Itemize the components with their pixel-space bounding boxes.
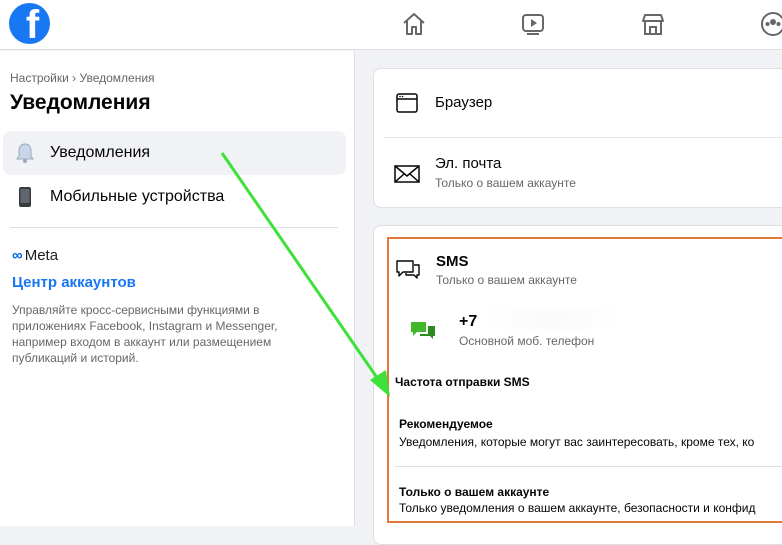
chat-bubble-icon — [394, 257, 422, 286]
channel-subtitle: Только о вашем аккаунте — [435, 176, 576, 190]
video-icon[interactable] — [518, 9, 548, 39]
option-description: Уведомления, которые могут вас заинтерес… — [399, 435, 755, 449]
phone-number: +7 — [459, 313, 478, 330]
meta-logo: ∞ Meta — [12, 247, 58, 264]
top-navigation-bar: f — [0, 0, 782, 50]
meta-label: Meta — [24, 247, 59, 264]
channel-title: Эл. почта — [435, 155, 502, 172]
meta-infinity-icon: ∞ — [12, 247, 23, 264]
home-icon[interactable] — [399, 9, 429, 39]
mail-icon — [394, 161, 420, 187]
phone-icon — [11, 183, 39, 211]
sidebar-item-mobile-devices[interactable]: Мобильные устройства — [3, 175, 346, 219]
frequency-option-account-only[interactable]: Только о вашем аккаунте Только уведомлен… — [389, 477, 782, 523]
page-title: Уведомления — [10, 91, 151, 114]
divider — [10, 227, 338, 228]
groups-icon[interactable] — [758, 9, 782, 39]
option-title: Рекомендуемое — [399, 417, 493, 431]
accounts-center-link[interactable]: Центр аккаунтов — [12, 274, 136, 291]
logo-letter: f — [25, 3, 40, 44]
facebook-logo[interactable]: f — [9, 3, 50, 44]
marketplace-icon[interactable] — [638, 9, 668, 39]
sidebar-item-notifications[interactable]: Уведомления — [3, 131, 346, 175]
sidebar-item-label: Уведомления — [50, 144, 151, 161]
frequency-option-recommended[interactable]: Рекомендуемое Уведомления, которые могут… — [389, 409, 782, 465]
messages-icon — [409, 319, 437, 348]
sms-title: SMS — [436, 253, 469, 270]
sms-subtitle: Только о вашем аккаунте — [436, 273, 577, 287]
breadcrumb[interactable]: Настройки › Уведомления — [10, 71, 155, 85]
phone-subtitle: Основной моб. телефон — [459, 334, 595, 348]
divider — [395, 466, 782, 467]
option-description: Только уведомления о вашем аккаунте, без… — [399, 501, 756, 515]
sidebar-item-label: Мобильные устройства — [50, 188, 225, 205]
accounts-center-description: Управляйте кросс-сервисными функциями в … — [12, 303, 278, 365]
channel-row-browser[interactable]: Браузер — [374, 69, 782, 137]
bell-icon — [11, 139, 39, 167]
option-title: Только о вашем аккаунте — [399, 485, 550, 499]
browser-icon — [394, 90, 420, 116]
channels-card: Браузер Эл. почта Только о вашем аккаунт… — [373, 68, 782, 208]
sms-settings-section: SMS Только о вашем аккаунте +7 Основной … — [387, 237, 782, 523]
channel-row-email[interactable]: Эл. почта Только о вашем аккаунте — [374, 138, 782, 208]
sms-frequency-label: Частота отправки SMS — [395, 375, 530, 389]
channel-title: Браузер — [435, 94, 493, 111]
phone-number-redaction — [481, 309, 621, 329]
settings-sidebar: Настройки › Уведомления Уведомления Увед… — [0, 51, 355, 526]
